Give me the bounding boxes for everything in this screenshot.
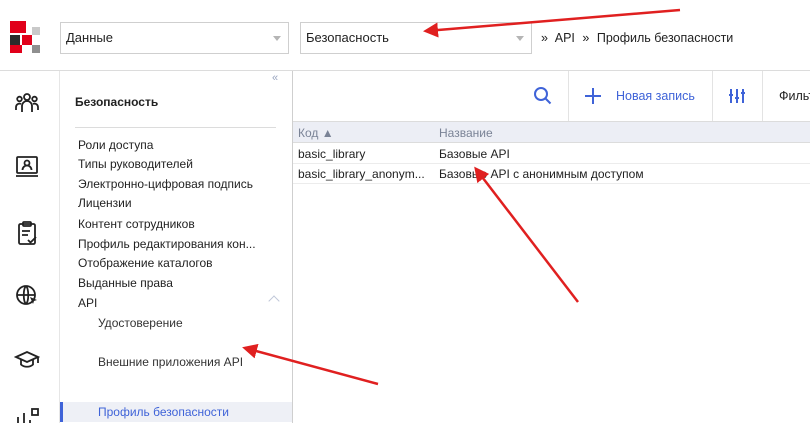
collapse-panel-icon[interactable]: « [272, 72, 278, 84]
table-row[interactable]: basic_library Базовые API [293, 144, 810, 164]
column-settings-icon[interactable] [727, 86, 747, 106]
chevron-down-icon [516, 36, 524, 41]
cell-name: Базовые API [439, 147, 510, 161]
tree-item-catalog-display[interactable]: Отображение каталогов [78, 255, 268, 271]
active-item-indicator [60, 402, 63, 422]
tree-item-digital-signature[interactable]: Электронно-цифровая подпись [78, 176, 268, 192]
column-header-code[interactable]: Код ▲ [298, 126, 334, 140]
divider [762, 71, 763, 121]
divider [568, 71, 569, 121]
logo [10, 21, 42, 53]
cell-code: basic_library [298, 147, 366, 161]
tree-item-licenses[interactable]: Лицензии [78, 195, 268, 211]
globe-cursor-icon[interactable] [14, 283, 40, 309]
chevron-up-icon[interactable] [268, 295, 280, 307]
clipboard-check-icon[interactable] [14, 220, 40, 246]
grid-header: Код ▲ Название [293, 121, 810, 143]
column-header-name[interactable]: Название [439, 126, 493, 140]
tree-subitem-security-profile[interactable]: Профиль безопасности [98, 404, 288, 420]
breadcrumb-api[interactable]: API [555, 31, 575, 45]
navigation-tree: « Безопасность Роли доступа Типы руковод… [60, 71, 292, 423]
tree-item-api[interactable]: API [78, 295, 268, 311]
id-card-icon[interactable] [14, 154, 40, 180]
cell-name: Базовые API с анонимным доступом [439, 167, 644, 181]
section-select[interactable]: Данные [60, 22, 289, 54]
breadcrumb-current: Профиль безопасности [596, 31, 734, 45]
filter-button[interactable]: Фильт [779, 89, 810, 103]
section-select-value: Данные [66, 30, 113, 45]
breadcrumb: » API » Профиль безопасности [541, 31, 737, 45]
tree-subitem-external-apps[interactable]: Внешние приложения API [98, 354, 288, 370]
tree-title: Безопасность [75, 95, 159, 109]
icon-rail [0, 71, 60, 423]
breadcrumb-separator: » [582, 31, 590, 45]
users-icon[interactable] [14, 90, 40, 116]
new-record-button[interactable]: Новая запись [616, 89, 695, 103]
subsection-select-value: Безопасность [306, 30, 389, 45]
divider [712, 71, 713, 121]
cell-code: basic_library_anonym... [298, 167, 425, 181]
chevron-down-icon [273, 36, 281, 41]
tree-item-edit-profile[interactable]: Профиль редактирования кон... [78, 236, 268, 252]
tree-item-manager-types[interactable]: Типы руководителей [78, 156, 268, 172]
breadcrumb-separator: » [541, 31, 548, 45]
toolbar: Новая запись Фильт [293, 71, 810, 121]
tree-item-granted-rights[interactable]: Выданные права [78, 275, 268, 291]
divider [75, 127, 276, 128]
subsection-select[interactable]: Безопасность [300, 22, 532, 54]
search-icon[interactable] [533, 86, 553, 106]
tree-item-employee-content[interactable]: Контент сотрудников [78, 216, 268, 232]
app-window: Данные Безопасность » API » Профиль безо… [0, 0, 810, 423]
main-content: Новая запись Фильт Код ▲ Название basic_… [292, 71, 810, 423]
chart-icon[interactable] [14, 407, 40, 423]
plus-icon[interactable] [583, 86, 603, 106]
tree-item-access-roles[interactable]: Роли доступа [78, 137, 268, 153]
graduation-cap-icon[interactable] [14, 347, 40, 373]
table-row[interactable]: basic_library_anonym... Базовые API с ан… [293, 164, 810, 184]
tree-subitem-certificate[interactable]: Удостоверение [98, 315, 288, 331]
top-bar: Данные Безопасность » API » Профиль безо… [0, 0, 810, 71]
